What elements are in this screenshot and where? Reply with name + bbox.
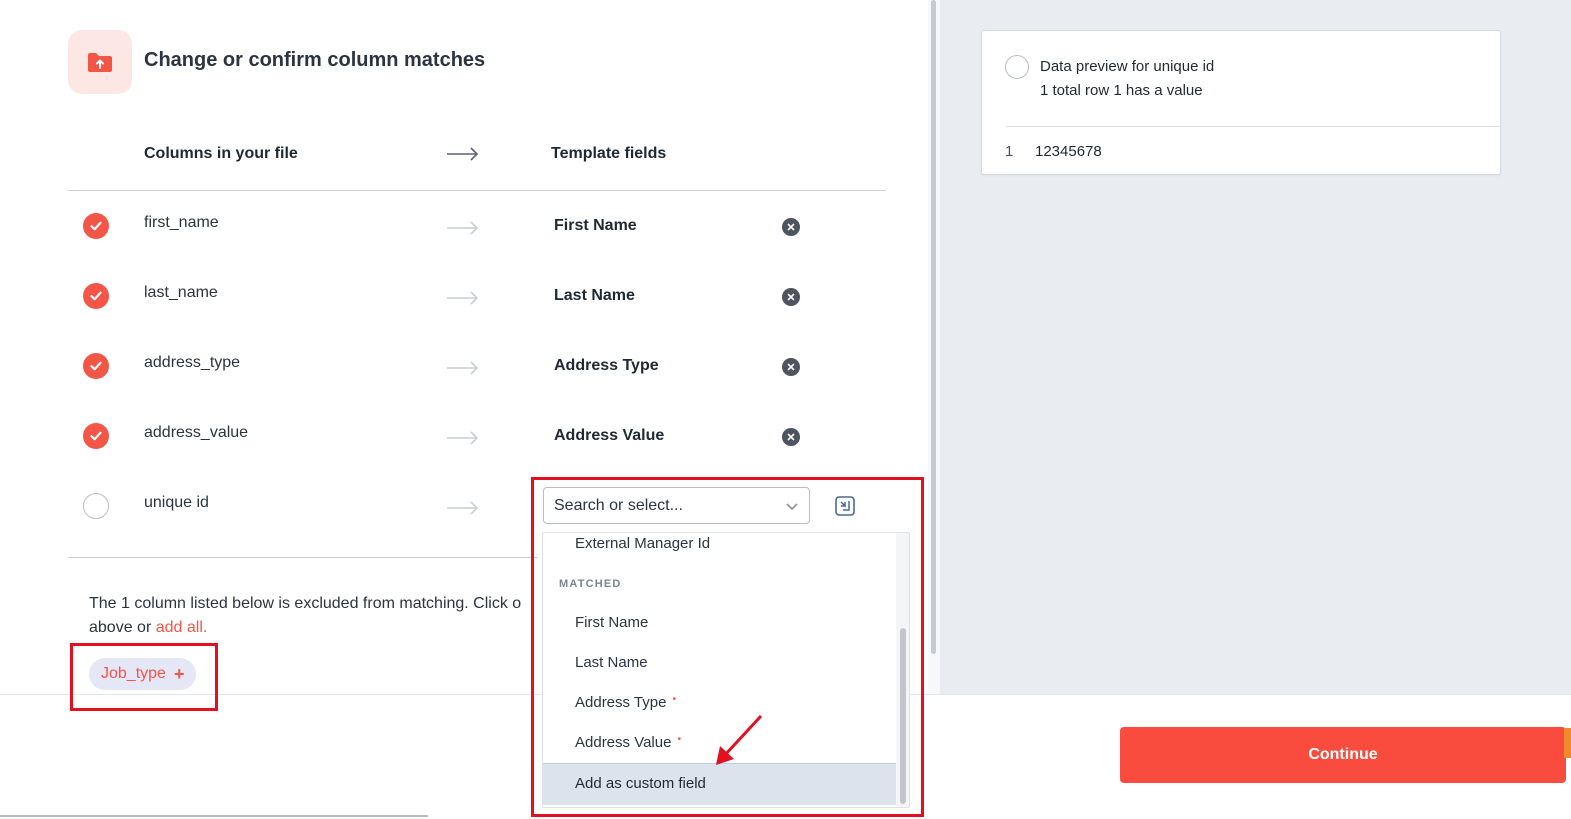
remove-match-icon[interactable] bbox=[782, 288, 800, 306]
column-name: address_value bbox=[144, 424, 249, 441]
dropdown-group-label: MATCHED bbox=[559, 578, 622, 590]
remove-match-icon[interactable] bbox=[782, 428, 800, 446]
arrow-right-icon bbox=[446, 218, 480, 243]
dropdown-option[interactable]: First Name bbox=[575, 614, 648, 631]
excluded-text-line2: above or bbox=[89, 619, 156, 636]
template-field-value: Address Value bbox=[554, 427, 665, 444]
dropdown-option[interactable]: Last Name bbox=[575, 654, 648, 671]
template-fields-header: Template fields bbox=[551, 145, 667, 162]
arrow-right-icon bbox=[446, 498, 480, 523]
arrow-right-icon bbox=[446, 144, 480, 169]
page-title: Change or confirm column matches bbox=[144, 49, 486, 71]
dropdown-scrollbar-thumb[interactable] bbox=[900, 628, 906, 804]
dropdown-option-label: Address Type bbox=[575, 694, 667, 711]
select-placeholder: Search or select... bbox=[554, 496, 683, 514]
remove-match-icon[interactable] bbox=[782, 358, 800, 376]
arrow-right-icon bbox=[446, 358, 480, 383]
add-all-link[interactable]: add all. bbox=[156, 619, 208, 636]
preview-subtitle: 1 total row 1 has a value bbox=[1040, 82, 1203, 99]
preview-row-value: 12345678 bbox=[1035, 143, 1102, 160]
required-indicator: • bbox=[672, 694, 676, 705]
preview-row-index: 1 bbox=[1005, 143, 1014, 160]
rows-divider bbox=[68, 557, 538, 558]
arrow-right-icon bbox=[446, 428, 480, 453]
continue-edge-accent bbox=[1564, 728, 1571, 758]
excluded-columns-note: The 1 column listed below is excluded fr… bbox=[89, 592, 549, 640]
columns-header: Columns in your file bbox=[144, 145, 298, 162]
template-field-select[interactable]: Search or select... bbox=[543, 487, 810, 524]
add-custom-field-label: Add as custom field bbox=[575, 775, 706, 792]
dropdown-option[interactable]: Address Type • bbox=[575, 694, 676, 711]
panel-scrollbar-thumb[interactable] bbox=[931, 0, 936, 654]
matched-check-icon[interactable] bbox=[83, 423, 109, 449]
matched-check-icon[interactable] bbox=[83, 353, 109, 379]
column-name: last_name bbox=[144, 284, 218, 301]
template-field-value: First Name bbox=[554, 217, 637, 234]
chip-label: Job_type bbox=[101, 665, 166, 682]
required-indicator: • bbox=[677, 734, 681, 745]
unmatched-radio-icon[interactable] bbox=[83, 493, 109, 519]
column-name: unique id bbox=[144, 494, 209, 511]
footer-progress-line bbox=[0, 815, 428, 817]
data-preview-card: Data preview for unique id 1 total row 1… bbox=[981, 30, 1501, 175]
dropdown-option[interactable]: External Manager Id bbox=[575, 535, 710, 552]
matched-check-icon[interactable] bbox=[83, 283, 109, 309]
folder-upload-icon bbox=[68, 30, 132, 94]
annotation-arrow-icon bbox=[712, 712, 764, 773]
preview-radio-icon bbox=[1005, 55, 1029, 79]
matched-check-icon[interactable] bbox=[83, 213, 109, 239]
template-field-value: Last Name bbox=[554, 287, 635, 304]
arrow-right-icon bbox=[446, 288, 480, 313]
plus-icon: + bbox=[173, 663, 185, 684]
dropdown-option-label: Address Value bbox=[575, 734, 672, 751]
preview-title: Data preview for unique id bbox=[1040, 58, 1215, 75]
template-field-value: Address Type bbox=[554, 357, 659, 374]
custom-field-action-icon[interactable] bbox=[835, 496, 855, 521]
excluded-column-chip[interactable]: Job_type + bbox=[89, 658, 197, 690]
excluded-text-line1: The 1 column listed below is excluded fr… bbox=[89, 595, 522, 612]
header-divider bbox=[68, 190, 886, 191]
column-name: first_name bbox=[144, 214, 219, 231]
remove-match-icon[interactable] bbox=[782, 218, 800, 236]
column-name: address_type bbox=[144, 354, 241, 371]
continue-button[interactable]: Continue bbox=[1120, 727, 1566, 783]
dropdown-option[interactable]: Address Value • bbox=[575, 734, 681, 751]
preview-divider bbox=[1006, 126, 1501, 127]
chevron-down-icon bbox=[785, 499, 799, 518]
